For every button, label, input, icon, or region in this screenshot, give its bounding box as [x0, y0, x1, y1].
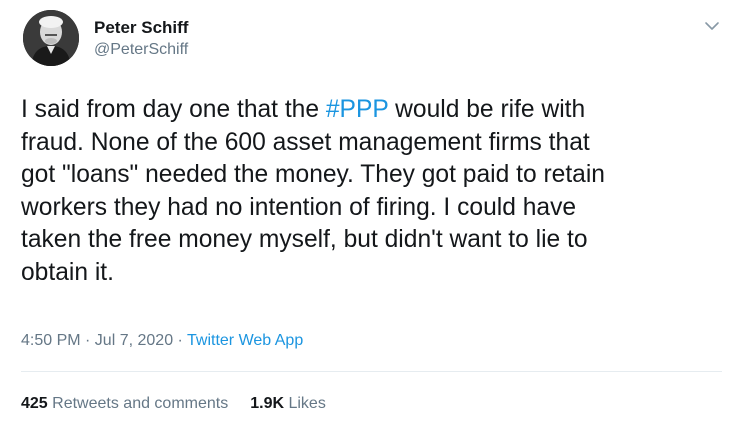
user-info: Peter Schiff @PeterSchiff [94, 18, 188, 60]
retweets-count: 425 [21, 395, 48, 412]
divider [21, 371, 722, 372]
retweets-label: Retweets and comments [47, 395, 229, 412]
chevron-down-icon[interactable] [702, 16, 722, 36]
tweet-meta: 4:50 PM · Jul 7, 2020 · Twitter Web App [21, 331, 303, 351]
tweet-text-after: would be rife with fraud. None of the 60… [21, 96, 605, 286]
avatar-image [23, 10, 79, 66]
source-link[interactable]: Twitter Web App [187, 332, 303, 349]
likes-label: Likes [284, 395, 326, 412]
timestamp[interactable]: 4:50 PM · Jul 7, 2020 · [21, 332, 187, 349]
likes-stat[interactable]: 1.9K Likes [250, 394, 326, 414]
hashtag-link[interactable]: #PPP [326, 96, 388, 123]
likes-count: 1.9K [250, 395, 285, 412]
retweets-stat[interactable]: 425 Retweets and comments [21, 394, 228, 414]
tweet-card: Peter Schiff @PeterSchiff I said from da… [0, 0, 736, 428]
avatar[interactable] [23, 10, 79, 66]
tweet-text-before: I said from day one that the [21, 96, 326, 123]
author-display-name[interactable]: Peter Schiff [94, 18, 188, 38]
tweet-text: I said from day one that the #PPP would … [21, 94, 721, 289]
author-handle[interactable]: @PeterSchiff [94, 40, 188, 60]
tweet-stats: 425 Retweets and comments 1.9K Likes [21, 394, 326, 414]
